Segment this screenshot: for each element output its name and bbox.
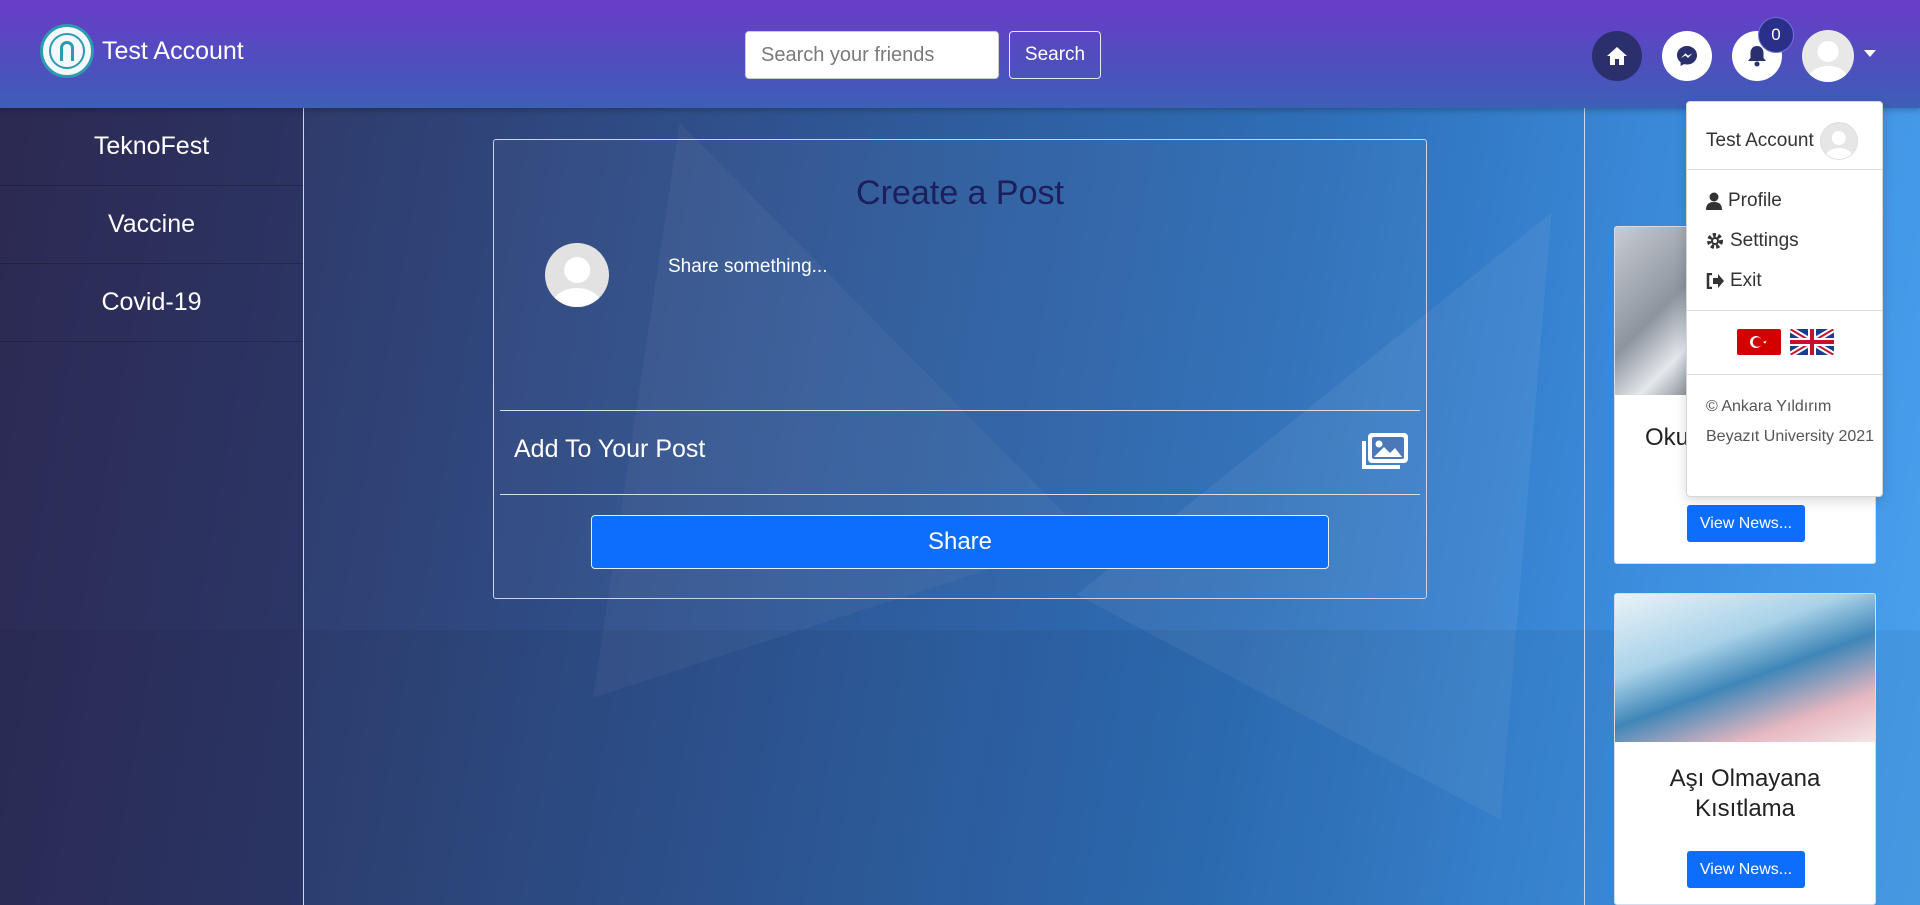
chevron-down-icon[interactable]: [1864, 50, 1876, 57]
profile-dropdown-menu: Test Account Profile Settings Exit © Ank…: [1686, 101, 1883, 497]
avatar: [1819, 122, 1858, 160]
images-icon[interactable]: [1360, 433, 1408, 471]
sign-out-icon: [1706, 273, 1724, 289]
turkish-flag-icon[interactable]: [1737, 329, 1781, 355]
divider: [1687, 169, 1882, 170]
dropdown-user-name: Test Account: [1706, 130, 1814, 151]
copyright-text: © Ankara Yıldırım Beyazıt University 202…: [1706, 398, 1875, 445]
sidebar-item-teknofest[interactable]: TeknoFest: [0, 108, 303, 186]
uk-flag-icon[interactable]: [1790, 329, 1834, 355]
messenger-icon: [1677, 46, 1697, 66]
divider: [500, 410, 1420, 411]
sidebar-item-covid-19[interactable]: Covid-19: [0, 264, 303, 342]
user-icon: [1706, 192, 1722, 210]
divider: [500, 494, 1420, 495]
menu-item-exit[interactable]: Exit: [1706, 270, 1762, 292]
menu-item-label: Settings: [1730, 230, 1799, 251]
right-divider: [1584, 108, 1585, 905]
left-sidebar: TeknoFest Vaccine Covid-19: [0, 108, 304, 905]
menu-item-settings[interactable]: Settings: [1706, 230, 1799, 252]
search-input[interactable]: [745, 31, 999, 79]
account-name: Test Account: [102, 36, 244, 65]
divider: [1687, 374, 1882, 375]
create-post-title: Create a Post: [856, 174, 1064, 212]
top-navbar: Test Account Search 0: [0, 0, 1920, 108]
brand[interactable]: Test Account: [40, 24, 244, 78]
home-icon: [1607, 47, 1627, 65]
divider: [1687, 310, 1882, 311]
menu-item-label: Profile: [1728, 190, 1782, 211]
messenger-button[interactable]: [1662, 31, 1712, 81]
dropdown-user: Test Account: [1706, 122, 1858, 160]
profile-avatar-button[interactable]: [1802, 30, 1854, 82]
news-title: Aşı Olmayana Kısıtlama: [1669, 765, 1821, 822]
view-news-button[interactable]: View News...: [1687, 505, 1805, 542]
sidebar-item-vaccine[interactable]: Vaccine: [0, 186, 303, 264]
menu-item-label: Exit: [1730, 270, 1762, 291]
view-news-button[interactable]: View News...: [1687, 851, 1805, 888]
news-image: [1615, 594, 1875, 742]
menu-item-profile[interactable]: Profile: [1706, 190, 1782, 212]
add-to-post-label: Add To Your Post: [514, 435, 706, 463]
share-button[interactable]: Share: [591, 515, 1329, 569]
post-author-avatar: [545, 243, 609, 307]
home-button[interactable]: [1592, 31, 1642, 81]
create-post-card: Create a Post Share something... Add To …: [493, 139, 1427, 599]
search-button[interactable]: Search: [1009, 31, 1101, 79]
gear-icon: [1707, 233, 1723, 249]
notification-count-badge: 0: [1758, 17, 1794, 53]
university-logo-icon: [40, 24, 94, 78]
post-text-input[interactable]: Share something...: [668, 256, 827, 278]
news-card: Aşı Olmayana Kısıtlama View News...: [1614, 593, 1876, 905]
